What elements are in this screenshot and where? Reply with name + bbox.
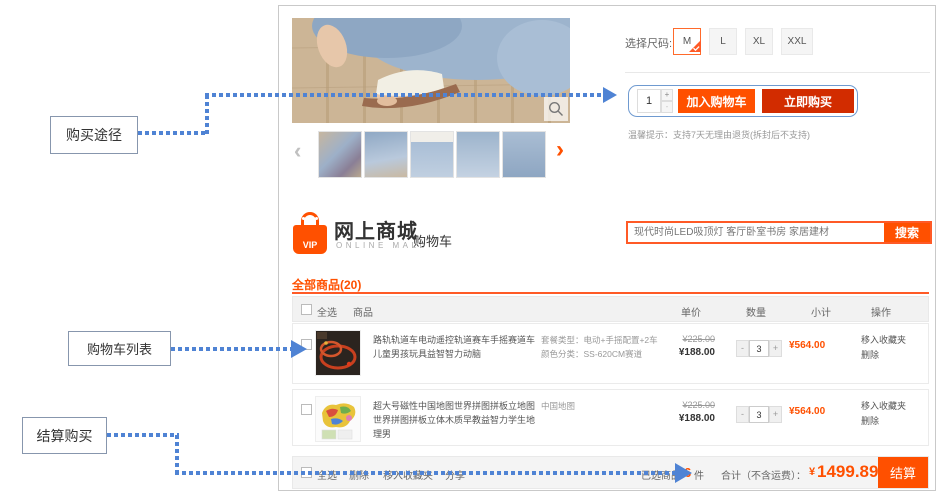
divider bbox=[625, 72, 930, 73]
size-option-m[interactable]: M bbox=[673, 28, 701, 55]
delete-item-link[interactable]: 删除 bbox=[861, 414, 906, 429]
mall-logo-bag-icon: VIP bbox=[293, 212, 327, 254]
size-label: 选择尺码: bbox=[625, 35, 672, 51]
total-label: 合计（不含运费）： bbox=[721, 467, 806, 482]
column-subtotal: 小计 bbox=[811, 304, 831, 319]
annotation-label: 结算购买 bbox=[37, 426, 93, 446]
quantity-increase-button[interactable]: + bbox=[661, 89, 673, 101]
item-price: ¥188.00 bbox=[659, 347, 715, 358]
size-option-label: L bbox=[720, 36, 726, 47]
item-qty-increase-button[interactable]: + bbox=[769, 340, 782, 357]
item-quantity-stepper: - + bbox=[736, 340, 782, 357]
page-title: 购物车 bbox=[413, 231, 452, 250]
item-operations: 移入收藏夹 删除 bbox=[861, 333, 906, 363]
item-spec: 中国地图 bbox=[541, 399, 667, 413]
thumbnail-next-button[interactable]: › bbox=[556, 138, 564, 162]
item-old-price: ¥225.00 bbox=[659, 400, 715, 410]
item-quantity-stepper: - + bbox=[736, 406, 782, 423]
column-quantity: 数量 bbox=[746, 304, 766, 319]
column-operation: 操作 bbox=[871, 304, 891, 319]
quantity-decrease-button[interactable]: - bbox=[661, 101, 673, 113]
item-operations: 移入收藏夹 删除 bbox=[861, 399, 906, 429]
connector-line bbox=[205, 95, 209, 135]
connector-line bbox=[175, 471, 675, 475]
quantity-stepper: + - bbox=[661, 89, 673, 113]
column-select-all: 全选 bbox=[317, 304, 337, 319]
item-checkbox[interactable] bbox=[301, 404, 312, 415]
connector-line bbox=[205, 93, 603, 97]
annotation-cart-list: 购物车列表 bbox=[68, 331, 171, 366]
product-main-photo bbox=[292, 18, 570, 123]
tab-all-products[interactable]: 全部商品(20) bbox=[292, 276, 361, 293]
add-to-cart-button[interactable]: 加入购物车 bbox=[678, 89, 755, 113]
checkout-button[interactable]: 结算 bbox=[878, 457, 928, 488]
total-currency: ¥ bbox=[809, 466, 815, 478]
cart-table-header: 全选 商品 单价 数量 小计 操作 bbox=[292, 296, 929, 322]
selected-unit: 件 bbox=[694, 467, 704, 482]
photo-zoom-button[interactable] bbox=[544, 97, 568, 121]
column-unit-price: 单价 bbox=[681, 304, 701, 319]
thumbnail-prev-button[interactable]: ‹ bbox=[294, 140, 301, 162]
column-product: 商品 bbox=[353, 304, 373, 319]
item-old-price: ¥225.00 bbox=[659, 334, 715, 344]
cart-item-row: 超大号磁性中国地图世界拼图拼板立地图世界拼图拼板立体木质早教益智力学生地理男 中… bbox=[292, 389, 929, 446]
tab-underline bbox=[292, 292, 929, 294]
buy-now-button[interactable]: 立即购买 bbox=[762, 89, 854, 113]
item-title[interactable]: 超大号磁性中国地图世界拼图拼板立地图世界拼图拼板立体木质早教益智力学生地理男 bbox=[373, 399, 541, 441]
item-image-china-map[interactable] bbox=[315, 396, 361, 442]
item-qty-decrease-button[interactable]: - bbox=[736, 406, 749, 423]
item-qty-input[interactable] bbox=[749, 406, 769, 423]
page: ‹ › 选择尺码: M L XL XXL + - 加入购物车 立即购买 温馨提示… bbox=[0, 0, 940, 495]
item-price: ¥188.00 bbox=[659, 413, 715, 424]
search-input[interactable] bbox=[628, 223, 884, 242]
selected-check-icon bbox=[688, 39, 701, 55]
move-to-favorites-link[interactable]: 移入收藏夹 bbox=[861, 399, 906, 414]
arrow-to-checkout-icon bbox=[675, 463, 692, 483]
total-amount: 1499.89 bbox=[817, 462, 878, 482]
search-bar: 搜索 bbox=[626, 221, 932, 244]
item-qty-decrease-button[interactable]: - bbox=[736, 340, 749, 357]
mall-name: 网上商城 bbox=[334, 215, 418, 244]
size-option-label: XL bbox=[753, 36, 765, 47]
product-thumbnail[interactable] bbox=[364, 131, 408, 178]
connector-line bbox=[175, 435, 179, 473]
item-qty-input[interactable] bbox=[749, 340, 769, 357]
product-thumbnail[interactable] bbox=[502, 131, 546, 178]
connector-line bbox=[107, 433, 179, 437]
annotation-checkout: 结算购买 bbox=[22, 417, 107, 454]
search-button[interactable]: 搜索 bbox=[884, 223, 930, 242]
arrow-to-cart-row-icon bbox=[291, 340, 307, 358]
size-option-xxl[interactable]: XXL bbox=[781, 28, 813, 55]
product-thumbnail[interactable] bbox=[456, 131, 500, 178]
cart-item-row: 路轨轨道车电动遥控轨道赛车手摇赛道车儿童男孩玩具益智智力动脑 套餐类型：电动+手… bbox=[292, 323, 929, 384]
item-subtotal: ¥564.00 bbox=[789, 406, 841, 417]
annotation-label: 购物车列表 bbox=[87, 339, 152, 358]
annotation-purchase-path: 购买途径 bbox=[50, 116, 138, 154]
move-to-favorites-link[interactable]: 移入收藏夹 bbox=[861, 333, 906, 348]
product-thumbnail[interactable] bbox=[410, 131, 454, 178]
arrow-to-buy-box-icon bbox=[603, 87, 617, 103]
size-option-label: XXL bbox=[788, 36, 807, 47]
connector-line bbox=[138, 131, 208, 135]
annotation-label: 购买途径 bbox=[66, 125, 122, 145]
item-subtotal: ¥564.00 bbox=[789, 340, 841, 351]
size-option-xl[interactable]: XL bbox=[745, 28, 773, 55]
item-image-race-track[interactable] bbox=[315, 330, 361, 376]
return-policy-tip: 温馨提示：支持7天无理由退货(拆封后不支持) bbox=[628, 128, 810, 141]
logo-vip-text: VIP bbox=[293, 240, 327, 250]
item-qty-increase-button[interactable]: + bbox=[769, 406, 782, 423]
connector-line bbox=[171, 347, 291, 351]
select-all-checkbox[interactable] bbox=[301, 304, 312, 315]
magnifier-icon bbox=[548, 101, 564, 117]
photo-illustration bbox=[292, 18, 570, 123]
item-spec: 套餐类型：电动+手摇配置+2车 颜色分类：SS-620CM赛道 bbox=[541, 333, 667, 361]
quantity-input[interactable] bbox=[637, 89, 661, 113]
item-title[interactable]: 路轨轨道车电动遥控轨道赛车手摇赛道车儿童男孩玩具益智智力动脑 bbox=[373, 333, 541, 361]
delete-item-link[interactable]: 删除 bbox=[861, 348, 906, 363]
product-thumbnail[interactable] bbox=[318, 131, 362, 178]
size-option-l[interactable]: L bbox=[709, 28, 737, 55]
